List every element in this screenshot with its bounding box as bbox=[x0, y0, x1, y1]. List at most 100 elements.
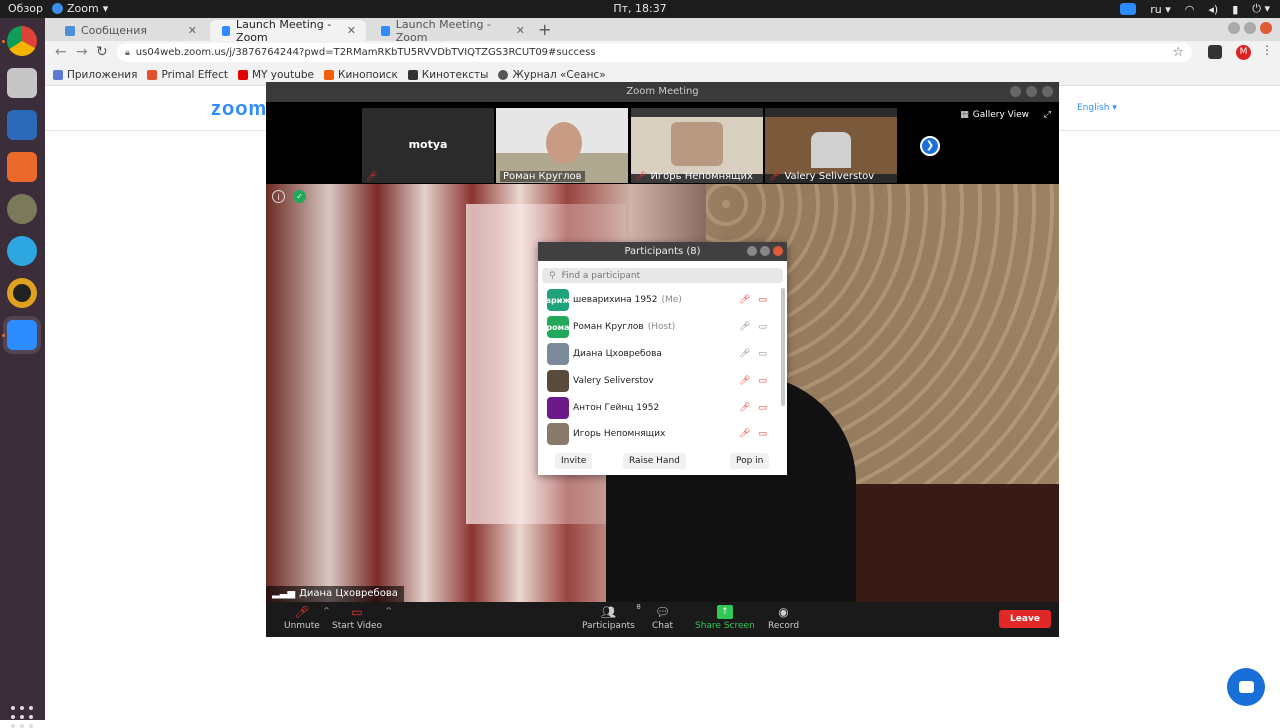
next-page-button[interactable]: ❯ bbox=[920, 136, 940, 156]
close-icon[interactable]: ✕ bbox=[347, 24, 356, 37]
minimize-button[interactable] bbox=[1010, 86, 1021, 97]
close-icon[interactable]: ✕ bbox=[516, 24, 525, 37]
participants-scrollbar[interactable] bbox=[781, 288, 785, 406]
maximize-button[interactable] bbox=[1244, 22, 1256, 34]
gallery-view-button[interactable]: ▦ Gallery View bbox=[960, 110, 1029, 120]
participant-thumbnail[interactable]: motya 🎤︎ bbox=[362, 108, 494, 183]
participant-thumbnail[interactable]: 🎤︎ Valery Seliverstov bbox=[765, 108, 897, 183]
chat-button[interactable]: 💬︎ Chat bbox=[652, 605, 673, 631]
fullscreen-icon[interactable]: ⤢ bbox=[1044, 110, 1051, 120]
lock-icon[interactable]: 🔒︎ bbox=[125, 48, 130, 58]
extension-icon[interactable] bbox=[1208, 45, 1222, 59]
thumbnail-name: Valery Seliverstov bbox=[784, 171, 875, 182]
chrome-icon[interactable] bbox=[7, 26, 37, 56]
bookmark-label: Журнал «Сеанс» bbox=[512, 68, 606, 81]
bookmark-primal-effect[interactable]: Primal Effect bbox=[147, 69, 228, 81]
address-bar[interactable]: 🔒︎ us04web.zoom.us/j/3876764244?pwd=T2RM… bbox=[117, 43, 1192, 62]
participant-row[interactable]: Игорь Непомнящих 🎤︎ ▭ bbox=[547, 423, 777, 445]
zoom-favicon bbox=[222, 25, 231, 36]
participant-row[interactable]: Valery Seliverstov 🎤︎ ▭ bbox=[547, 370, 777, 392]
menu-kebab-icon[interactable]: ⋮ bbox=[1261, 43, 1273, 57]
meeting-control-bar: 🎤︎ ^ Unmute ▭ ^ Start Video 👥︎ 8 Partici… bbox=[266, 602, 1059, 637]
bookmark-kinoteksty[interactable]: Кинотексты bbox=[407, 69, 488, 81]
video-sofa bbox=[836, 484, 1059, 602]
chevron-up-icon[interactable]: ^ bbox=[385, 606, 392, 615]
minimize-button[interactable] bbox=[747, 246, 757, 256]
participant-search-input[interactable] bbox=[561, 270, 762, 281]
close-window-button[interactable] bbox=[1042, 86, 1053, 97]
battery-icon[interactable]: ▮ bbox=[1232, 3, 1238, 16]
tab-launch-meeting-active[interactable]: Launch Meeting - Zoom ✕ bbox=[210, 18, 366, 44]
thumbnail-label: 🎤︎ Valery Seliverstov bbox=[769, 171, 874, 182]
bookmark-seans[interactable]: Журнал «Сеанс» bbox=[498, 68, 606, 81]
meeting-window-titlebar[interactable]: Zoom Meeting bbox=[266, 82, 1059, 102]
gallery-strip: motya 🎤︎ Роман Круглов 🎤︎ Игорь Непомнящи… bbox=[266, 102, 1059, 184]
bookmark-my-youtube[interactable]: MY youtube bbox=[237, 69, 314, 81]
minimize-button[interactable] bbox=[1228, 22, 1240, 34]
zoom-dock-icon[interactable] bbox=[7, 320, 37, 350]
profile-avatar[interactable]: M bbox=[1236, 45, 1251, 60]
zoom-logo[interactable]: zoom bbox=[211, 98, 267, 121]
tab-messages[interactable]: Сообщения ✕ bbox=[53, 20, 207, 41]
reload-button[interactable]: ↻ bbox=[96, 44, 108, 60]
forward-button[interactable]: → bbox=[76, 44, 88, 60]
info-icon[interactable]: i bbox=[272, 190, 285, 203]
participant-row[interactable]: Антон Гейнц 1952 🎤︎ ▭ bbox=[547, 397, 777, 419]
close-panel-button[interactable] bbox=[773, 246, 783, 256]
participant-thumbnail[interactable]: Роман Круглов bbox=[496, 108, 628, 183]
participants-icon: 👥︎ bbox=[600, 605, 617, 619]
participant-thumbnail[interactable]: 🎤︎ Игорь Непомнящих bbox=[631, 108, 763, 183]
participant-row[interactable]: ариж шеварихина 1952 (Me) 🎤︎ ▭ bbox=[547, 289, 777, 311]
participant-row[interactable]: Диана Цховребова 🎤︎ ▭ bbox=[547, 343, 777, 365]
share-screen-button[interactable]: ↑ Share Screen bbox=[695, 605, 755, 631]
new-tab-button[interactable]: + bbox=[538, 20, 551, 39]
mic-muted-icon: 🎤︎ bbox=[739, 376, 751, 386]
power-menu-icon[interactable]: ⏻ ▾ bbox=[1252, 2, 1270, 16]
close-window-button[interactable] bbox=[1260, 22, 1272, 34]
leave-meeting-button[interactable]: Leave bbox=[999, 610, 1051, 628]
show-applications-icon[interactable] bbox=[11, 706, 33, 728]
unmute-button[interactable]: 🎤︎ ^ Unmute bbox=[284, 605, 330, 631]
keyboard-layout[interactable]: ru ▾ bbox=[1150, 3, 1171, 16]
maximize-button[interactable] bbox=[760, 246, 770, 256]
mic-muted-icon: 🎤︎ bbox=[366, 172, 378, 182]
file-manager-icon[interactable] bbox=[7, 68, 37, 98]
bookmark-kinopoisk[interactable]: Кинопоиск bbox=[324, 69, 398, 81]
messages-favicon bbox=[65, 25, 75, 36]
bookmark-apps[interactable]: Приложения bbox=[53, 69, 137, 81]
close-icon[interactable]: ✕ bbox=[188, 24, 197, 37]
tab-launch-meeting[interactable]: Launch Meeting - Zoom ✕ bbox=[369, 18, 535, 44]
chat-bubble-icon bbox=[1238, 681, 1254, 693]
browser-tab-strip: Сообщения ✕ Launch Meeting - Zoom ✕ Laun… bbox=[45, 18, 1280, 44]
maximize-button[interactable] bbox=[1026, 86, 1037, 97]
pop-in-button[interactable]: Pop in bbox=[730, 453, 770, 469]
participant-search-box[interactable]: ⚲ bbox=[542, 268, 783, 283]
telegram-icon[interactable] bbox=[7, 236, 37, 266]
bookmark-star-icon[interactable]: ☆ bbox=[1172, 45, 1184, 60]
support-chat-button[interactable] bbox=[1227, 668, 1265, 706]
start-video-button[interactable]: ▭ ^ Start Video bbox=[332, 605, 392, 631]
clock[interactable]: Пт, 18:37 bbox=[0, 2, 1280, 15]
participant-status-icons: 🎤︎ ▭ bbox=[739, 376, 767, 386]
wifi-icon[interactable]: ◠ bbox=[1185, 3, 1195, 16]
video-off-icon: ▭ bbox=[758, 429, 767, 439]
gimp-icon[interactable] bbox=[7, 194, 37, 224]
chevron-up-icon[interactable]: ^ bbox=[323, 606, 330, 615]
volume-icon[interactable]: ◂) bbox=[1208, 3, 1218, 16]
participant-name: Valery Seliverstov bbox=[573, 376, 654, 386]
software-center-icon[interactable] bbox=[7, 152, 37, 182]
raise-hand-button[interactable]: Raise Hand bbox=[623, 453, 686, 469]
invite-button[interactable]: Invite bbox=[555, 453, 593, 469]
back-button[interactable]: ← bbox=[55, 44, 67, 60]
participants-button[interactable]: 👥︎ 8 Participants bbox=[582, 603, 641, 631]
app-menu[interactable]: Zoom ▾ bbox=[52, 2, 108, 15]
activities-button[interactable]: Обзор bbox=[8, 2, 43, 15]
participants-panel-titlebar[interactable]: Participants (8) bbox=[538, 242, 787, 261]
shield-check-icon[interactable]: ✓ bbox=[293, 190, 306, 203]
zoom-tray-icon[interactable] bbox=[1120, 3, 1137, 15]
participant-row[interactable]: рома Роман Круглов (Host) 🎤︎ ▭ bbox=[547, 316, 777, 338]
document-editor-icon[interactable] bbox=[7, 110, 37, 140]
record-button[interactable]: ◉ Record bbox=[768, 605, 799, 631]
language-selector[interactable]: English ▾ bbox=[1077, 103, 1117, 113]
davinci-resolve-icon[interactable] bbox=[7, 278, 37, 308]
